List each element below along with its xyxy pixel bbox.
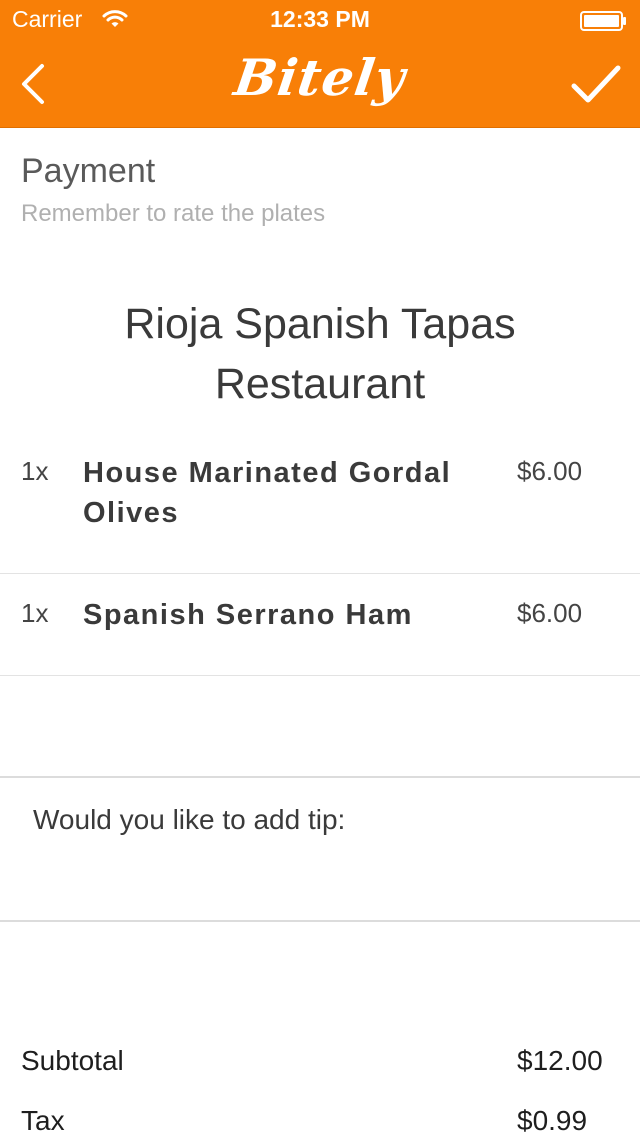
status-bar: Carrier 12:33 PM xyxy=(0,0,640,40)
tip-prompt[interactable]: Would you like to add tip: xyxy=(33,804,345,836)
restaurant-name: Rioja Spanish Tapas Restaurant xyxy=(124,300,516,408)
status-time: 12:33 PM xyxy=(270,6,370,32)
page-subtitle: Remember to rate the plates xyxy=(21,200,326,227)
brand-logo: Bitely xyxy=(230,48,410,107)
order-item-qty: 1x xyxy=(21,598,49,628)
tax-label: Tax xyxy=(21,1105,65,1136)
subtotal-label: Subtotal xyxy=(21,1045,124,1076)
checkmark-icon xyxy=(560,65,632,118)
confirm-button[interactable] xyxy=(560,54,632,114)
order-item-name: Spanish Serrano Ham xyxy=(83,599,413,631)
order-item-row[interactable]: 1x Spanish Serrano Ham $6.00 xyxy=(0,598,640,676)
section-divider xyxy=(0,920,640,922)
battery-icon xyxy=(580,10,628,31)
order-item-qty: 1x xyxy=(21,456,49,486)
order-item-name: House Marinated Gordal Olives xyxy=(83,457,452,529)
navigation-bar: Bitely xyxy=(0,40,640,128)
order-item-row[interactable]: 1x House Marinated Gordal Olives $6.00 xyxy=(0,456,640,574)
tax-value: $0.99 xyxy=(517,1105,588,1136)
order-item-price: $6.00 xyxy=(517,598,583,628)
page-title: Payment xyxy=(21,152,156,190)
subtotal-value: $12.00 xyxy=(517,1045,603,1076)
app-header: Carrier 12:33 PM Bitely xyxy=(0,0,640,128)
section-divider xyxy=(0,776,640,778)
order-item-price: $6.00 xyxy=(517,456,583,486)
